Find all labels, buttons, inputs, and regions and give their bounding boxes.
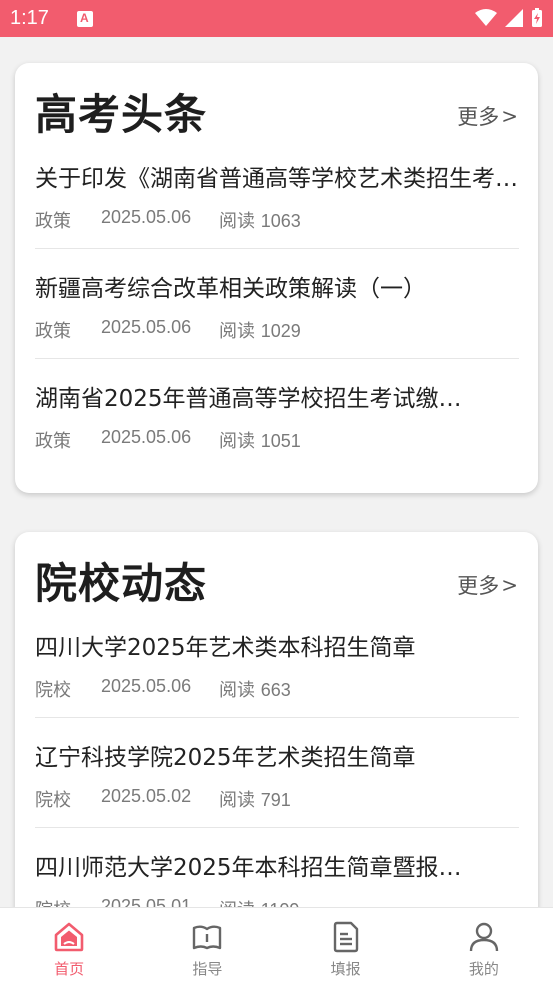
list-item[interactable]: 辽宁科技学院2025年艺术类招生简章 院校 2025.05.02 阅读 791 bbox=[35, 738, 519, 812]
more-link[interactable]: 更多 > bbox=[457, 101, 518, 131]
tab-label: 首页 bbox=[54, 960, 85, 978]
document-icon bbox=[333, 921, 358, 953]
item-category: 政策 bbox=[35, 211, 71, 232]
item-reads: 阅读 791 bbox=[219, 790, 291, 811]
chevron-right-icon: > bbox=[501, 573, 518, 597]
item-date: 2025.05.02 bbox=[101, 786, 192, 806]
item-category: 院校 bbox=[35, 896, 101, 907]
item-reads: 阅读 663 bbox=[219, 680, 291, 701]
item-date: 2025.05.06 bbox=[101, 207, 192, 227]
news-card-headlines: 高考头条 更多 > 关于印发《湖南省普通高等学校艺术类招生考试… 政策 2025… bbox=[15, 63, 538, 493]
item-category: 院校 bbox=[35, 790, 71, 811]
item-category: 政策 bbox=[35, 321, 71, 342]
item-title: 湖南省2025年普通高等学校招生考试缴… bbox=[35, 386, 462, 412]
news-card-colleges: 院校动态 更多 > 四川大学2025年艺术类本科招生简章 院校 2025.05.… bbox=[15, 532, 538, 907]
item-date: 2025.05.06 bbox=[101, 676, 192, 696]
tab-apply[interactable]: 填报 bbox=[277, 908, 415, 984]
more-label: 更多 bbox=[457, 574, 500, 598]
item-date: 2025.05.01 bbox=[101, 896, 192, 907]
status-bar: 1:17 bbox=[0, 0, 553, 37]
item-date: 2025.05.06 bbox=[101, 317, 192, 337]
list-item[interactable]: 四川师范大学2025年本科招生简章暨报… 院校 2025.05.01 阅读 11… bbox=[35, 848, 519, 907]
item-reads: 阅读 1063 bbox=[219, 211, 301, 232]
more-link[interactable]: 更多 > bbox=[457, 570, 518, 600]
tab-profile[interactable]: 我的 bbox=[415, 908, 553, 984]
list-item[interactable]: 湖南省2025年普通高等学校招生考试缴… 政策 2025.05.06 阅读 10… bbox=[35, 379, 519, 453]
divider bbox=[35, 358, 519, 359]
item-category: 政策 bbox=[35, 431, 71, 452]
more-label: 更多 bbox=[457, 105, 500, 129]
status-icons bbox=[475, 8, 543, 28]
tab-label: 指导 bbox=[192, 960, 223, 978]
tab-label: 填报 bbox=[330, 960, 361, 978]
item-title: 四川大学2025年艺术类本科招生简章 bbox=[35, 635, 416, 661]
section-title: 院校动态 bbox=[35, 559, 208, 608]
home-feed[interactable]: 高考头条 更多 > 关于印发《湖南省普通高等学校艺术类招生考试… 政策 2025… bbox=[0, 37, 553, 907]
tab-home[interactable]: 首页 bbox=[0, 908, 138, 984]
item-reads: 阅读 1029 bbox=[219, 321, 301, 342]
item-title: 辽宁科技学院2025年艺术类招生简章 bbox=[35, 745, 416, 771]
item-reads: 阅读 1051 bbox=[219, 431, 301, 452]
wifi-icon bbox=[475, 9, 497, 26]
tab-label: 我的 bbox=[468, 960, 499, 978]
divider bbox=[35, 248, 519, 249]
book-icon bbox=[193, 925, 222, 950]
divider bbox=[35, 827, 519, 828]
home-icon bbox=[54, 922, 84, 952]
notification-app-icon bbox=[76, 10, 93, 27]
signal-icon bbox=[505, 9, 523, 27]
divider bbox=[35, 717, 519, 718]
bottom-tab-bar: 首页 指导 填报 我的 bbox=[0, 907, 553, 984]
list-item[interactable]: 关于印发《湖南省普通高等学校艺术类招生考试… 政策 2025.05.06 阅读 … bbox=[35, 159, 519, 233]
user-icon bbox=[469, 922, 499, 952]
battery-icon bbox=[532, 8, 542, 27]
item-category: 院校 bbox=[35, 680, 71, 701]
item-title: 关于印发《湖南省普通高等学校艺术类招生考试… bbox=[35, 166, 519, 192]
item-title: 新疆高考综合改革相关政策解读（一） bbox=[35, 276, 426, 302]
list-item[interactable]: 四川大学2025年艺术类本科招生简章 院校 2025.05.06 阅读 663 bbox=[35, 628, 519, 702]
tab-guide[interactable]: 指导 bbox=[138, 908, 276, 984]
status-time: 1:17 bbox=[10, 7, 49, 29]
list-item[interactable]: 新疆高考综合改革相关政策解读（一） 政策 2025.05.06 阅读 1029 bbox=[35, 269, 519, 343]
item-title: 四川师范大学2025年本科招生简章暨报… bbox=[35, 855, 462, 881]
item-date: 2025.05.06 bbox=[101, 427, 192, 447]
item-reads: 阅读 1109 bbox=[219, 896, 299, 907]
section-title: 高考头条 bbox=[35, 90, 208, 139]
chevron-right-icon: > bbox=[501, 104, 518, 128]
